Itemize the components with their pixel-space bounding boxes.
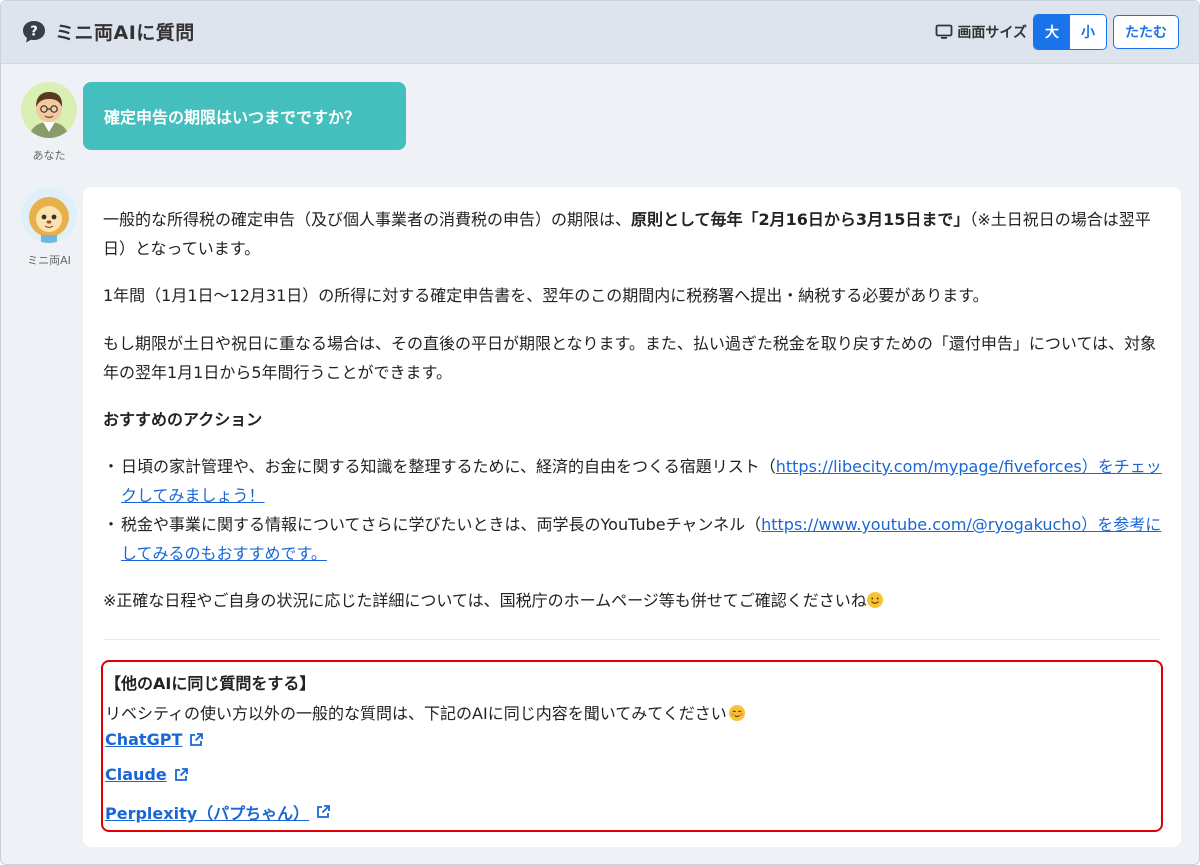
relieved-emoji-icon — [728, 705, 745, 721]
ai-answer-card: 一般的な所得税の確定申告（及び個人事業者の消費税の申告）の期限は、原則として毎年… — [83, 187, 1181, 847]
size-small-button[interactable]: 小 — [1070, 15, 1106, 49]
claude-link-label: Claude — [105, 765, 167, 784]
answer-paragraph-2: 1年間（1月1日〜12月31日）の所得に対する確定申告書を、翌年のこの期間内に税… — [103, 286, 989, 305]
monitor-icon — [935, 24, 953, 40]
size-large-button[interactable]: 大 — [1034, 15, 1070, 49]
other-ai-section: 【他のAIに同じ質問をする】 リベシティの使い方以外の一般的な質問は、下記のAI… — [101, 660, 1163, 832]
question-bubble-icon: ? — [21, 19, 47, 45]
chatgpt-link-label: ChatGPT — [105, 730, 183, 749]
external-link-icon — [188, 732, 204, 748]
answer-paragraph-1: 一般的な所得税の確定申告（及び個人事業者の消費税の申告）の期限は、原則として毎年… — [103, 205, 1163, 263]
svg-text:?: ? — [30, 24, 38, 39]
answer-note: ※正確な日程やご自身の状況に応じた詳細については、国税庁のホームページ等も併せて… — [103, 586, 1163, 615]
bullet-2-prefix: 税金や事業に関する情報についてさらに学びたいときは、両学長のYouTubeチャン… — [121, 515, 762, 534]
user-label: あなた — [32, 149, 66, 162]
claude-link[interactable]: Claude — [105, 765, 189, 784]
bullet-mark: ・ — [103, 515, 120, 534]
ai-avatar — [21, 187, 77, 243]
external-link-icon — [315, 804, 331, 820]
list-item: ・ 日頃の家計管理や、お金に関する知識を整理するために、経済的自由をつくる宿題リ… — [103, 452, 1163, 510]
collapse-button[interactable]: たたむ — [1113, 15, 1179, 49]
answer-paragraph-3: もし期限が土日や祝日に重なる場合は、その直後の平日が期限となります。また、払い過… — [103, 334, 1157, 382]
perplexity-link-label: Perplexity（パプちゃん） — [105, 804, 310, 823]
bullet-2-text: 税金や事業に関する情報についてさらに学びたいときは、両学長のYouTubeチャン… — [121, 510, 1163, 568]
smile-emoji-icon — [866, 592, 883, 608]
header-controls: 画面サイズ 大 小 たたむ — [935, 14, 1179, 50]
screen-size-label: 画面サイズ — [957, 25, 1027, 41]
bullet-1-prefix: 日頃の家計管理や、お金に関する知識を整理するために、経済的自由をつくる宿題リスト… — [121, 457, 776, 476]
other-ai-title: 【他のAIに同じ質問をする】 — [105, 674, 316, 693]
answer-note-text: ※正確な日程やご自身の状況に応じた詳細については、国税庁のホームページ等も併せて… — [103, 591, 867, 610]
other-ai-description: リベシティの使い方以外の一般的な質問は、下記のAIに同じ内容を聞いてみてください — [105, 700, 745, 724]
perplexity-link[interactable]: Perplexity（パプちゃん） — [105, 800, 331, 824]
page-title: ミニ両AIに質問 — [55, 22, 195, 44]
list-item: ・ 税金や事業に関する情報についてさらに学びたいときは、両学長のYouTubeチ… — [103, 510, 1163, 568]
chatgpt-link[interactable]: ChatGPT — [105, 730, 204, 749]
answer-p1-text: 一般的な所得税の確定申告（及び個人事業者の消費税の申告）の期限は、 — [103, 210, 632, 229]
answer-divider — [103, 639, 1161, 640]
actions-heading: おすすめのアクション — [103, 410, 263, 429]
answer-p1-emphasis: 原則として毎年「2月16日から3月15日まで」 — [631, 210, 970, 229]
screen-size-toggle: 大 小 — [1033, 14, 1107, 50]
external-link-icon — [173, 767, 189, 783]
actions-list: ・ 日頃の家計管理や、お金に関する知識を整理するために、経済的自由をつくる宿題リ… — [103, 452, 1163, 568]
user-avatar — [21, 82, 77, 138]
user-question-bubble: 確定申告の期限はいつまでですか？ — [83, 82, 406, 150]
header: ? ミニ両AIに質問 画面サイズ 大 小 たたむ — [1, 1, 1199, 64]
header-title-group: ? ミニ両AIに質問 — [21, 18, 195, 45]
bullet-1-text: 日頃の家計管理や、お金に関する知識を整理するために、経済的自由をつくる宿題リスト… — [121, 452, 1163, 510]
bullet-mark: ・ — [103, 457, 120, 476]
other-ai-description-text: リベシティの使い方以外の一般的な質問は、下記のAIに同じ内容を聞いてみてください — [105, 704, 727, 723]
ai-answer-body: 一般的な所得税の確定申告（及び個人事業者の消費税の申告）の期限は、原則として毎年… — [103, 205, 1163, 615]
ai-label: ミニ両AI — [27, 254, 71, 267]
chat-window: ? ミニ両AIに質問 画面サイズ 大 小 たたむ あなた 確定申告の期限はいつま… — [0, 0, 1200, 865]
